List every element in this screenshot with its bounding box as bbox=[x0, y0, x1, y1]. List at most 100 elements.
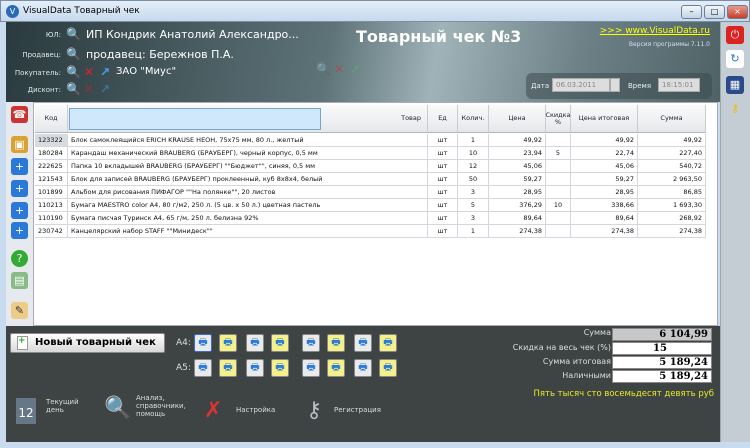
cell-discount bbox=[546, 173, 571, 186]
add-row-icon[interactable]: + bbox=[11, 158, 28, 175]
discount-input[interactable]: 15 bbox=[612, 342, 712, 355]
print-a5-icon-7[interactable]: 🖶 bbox=[354, 359, 372, 377]
cell-discount: 5 bbox=[546, 147, 571, 160]
close-button[interactable]: × bbox=[727, 5, 748, 19]
cell-unit: шт bbox=[428, 134, 458, 147]
add-row-icon-2[interactable]: + bbox=[11, 180, 28, 197]
print-a4-icon-6[interactable]: 🖶 bbox=[327, 334, 345, 352]
keys-icon: ⚷ bbox=[306, 398, 323, 423]
print-a4-icon-2[interactable]: 🖶 bbox=[219, 334, 237, 352]
registration-button[interactable]: ⚷ Регистрация bbox=[306, 398, 396, 423]
new-receipt-label: Новый товарный чек bbox=[35, 337, 156, 348]
minimize-button[interactable]: – bbox=[681, 5, 702, 19]
cell-price: 376,29 bbox=[489, 199, 546, 212]
cell-price: 45,06 bbox=[489, 160, 546, 173]
phone-icon[interactable]: ☎ bbox=[11, 106, 28, 123]
website-link[interactable]: >>> www.VisualData.ru bbox=[600, 26, 710, 36]
new-document-icon: + bbox=[17, 336, 28, 350]
cell-code: 101899 bbox=[35, 186, 68, 199]
print-a5-icon-1[interactable]: 🖶 bbox=[194, 359, 212, 377]
table-row[interactable]: 222625 Папка 10 вкладышей BRAUBERG (БРАУБ… bbox=[34, 160, 706, 173]
power-icon[interactable]: ⏻ bbox=[726, 26, 744, 44]
col-sum[interactable]: Сумма bbox=[638, 105, 706, 133]
col-qty[interactable]: Колич. bbox=[458, 105, 489, 133]
settings-button[interactable]: ✗ Настройка bbox=[204, 398, 284, 423]
open-buyer-icon[interactable]: ↗ bbox=[98, 65, 112, 79]
cell-name: Бумага MAESTRO color А4, 80 г/м2, 250 л.… bbox=[68, 199, 428, 212]
table-row[interactable]: 230742 Канцелярский набор STAFF ""Минидес… bbox=[34, 225, 706, 238]
clear-discount-icon[interactable]: ✕ bbox=[82, 82, 96, 96]
time-field[interactable]: 18:15:01 bbox=[658, 78, 700, 92]
sum-value: 6 104,99 bbox=[612, 328, 712, 341]
cell-final-price: 45,06 bbox=[571, 160, 638, 173]
bottom-panel: + Новый товарный чек А4: А5: 🖶 🖶 🖶 🖶 🖶 🖶 🖶 🖶 🖶 🖶 🖶 🖶… bbox=[6, 326, 720, 442]
right-toolbar: ⏻ ↻ ▦ ⚷ bbox=[720, 22, 750, 442]
cell-code: 123322 bbox=[35, 134, 68, 147]
print-a4-icon-1[interactable]: 🖶 bbox=[194, 334, 212, 352]
box-icon[interactable]: ▣ bbox=[11, 136, 28, 153]
table-row[interactable]: 110190 Бумага писчая Туринск А4, 65 г/м, … bbox=[34, 212, 706, 225]
print-a5-icon-8[interactable]: 🖶 bbox=[379, 359, 397, 377]
magnifier-icon: 🔍 bbox=[104, 396, 132, 421]
buyer-label: Покупатель: bbox=[14, 69, 61, 77]
print-a5-icon-6[interactable]: 🖶 bbox=[327, 359, 345, 377]
help-icon[interactable]: ? bbox=[11, 250, 28, 267]
col-code[interactable]: Код bbox=[35, 105, 68, 133]
col-price[interactable]: Цена bbox=[489, 105, 546, 133]
search-buyer-icon[interactable]: 🔍 bbox=[66, 65, 81, 79]
print-a4-icon-7[interactable]: 🖶 bbox=[354, 334, 372, 352]
cell-unit: шт bbox=[428, 147, 458, 160]
open-discount-icon[interactable]: ↗ bbox=[98, 82, 112, 96]
cell-code: 121543 bbox=[35, 173, 68, 186]
key-icon[interactable]: ⚷ bbox=[726, 100, 744, 118]
search-org-icon[interactable]: 🔍 bbox=[66, 27, 81, 41]
table-row[interactable]: 121543 Блок для записей BRAUBERG (БРАУБЕР… bbox=[34, 173, 706, 186]
cash-input[interactable]: 5 189,24 bbox=[612, 370, 712, 383]
search-extra-icon[interactable]: 🔍 bbox=[316, 62, 331, 76]
col-final-price[interactable]: Цена итоговая bbox=[571, 105, 638, 133]
print-a4-icon-3[interactable]: 🖶 bbox=[246, 334, 264, 352]
cell-name: Блок для записей BRAUBERG (БРАУБЕРГ) про… bbox=[68, 173, 428, 186]
print-a5-icon-4[interactable]: 🖶 bbox=[271, 359, 289, 377]
edit-icon[interactable]: ✎ bbox=[11, 302, 28, 319]
cell-unit: шт bbox=[428, 199, 458, 212]
search-discount-icon[interactable]: 🔍 bbox=[66, 82, 81, 96]
today-button[interactable]: 12 Текущий день bbox=[16, 398, 86, 424]
add-row-icon-4[interactable]: + bbox=[11, 222, 28, 239]
print-a5-icon-2[interactable]: 🖶 bbox=[219, 359, 237, 377]
total-value: 5 189,24 bbox=[612, 356, 712, 369]
col-unit[interactable]: Ед bbox=[428, 105, 458, 133]
add-row-icon-3[interactable]: + bbox=[11, 202, 28, 219]
maximize-button[interactable]: □ bbox=[704, 5, 725, 19]
print-a4-icon-5[interactable]: 🖶 bbox=[302, 334, 320, 352]
table-row[interactable]: 101899 Альбом для рисования ПИФАГОР ""На … bbox=[34, 186, 706, 199]
date-time-panel: Дата 06.03.2011 Время 18:15:01 bbox=[526, 73, 712, 99]
window-title: VisualData Товарный чек bbox=[23, 6, 140, 16]
table-row[interactable]: 110213 Бумага MAESTRO color А4, 80 г/м2, … bbox=[34, 199, 706, 212]
cell-final-price: 59,27 bbox=[571, 173, 638, 186]
calculator-icon[interactable]: ▦ bbox=[726, 76, 744, 94]
seller-value: продавец: Бережнов П.А. bbox=[86, 48, 234, 61]
calendar-dropdown-icon[interactable] bbox=[610, 78, 620, 92]
new-receipt-button[interactable]: + Новый товарный чек bbox=[10, 333, 165, 353]
report-icon[interactable]: ▤ bbox=[11, 272, 28, 289]
discount-label: Скидка на весь чек (%) bbox=[512, 343, 611, 352]
col-discount[interactable]: Скидка % bbox=[545, 105, 571, 133]
clear-buyer-icon[interactable]: ✕ bbox=[82, 65, 96, 79]
table-row[interactable]: 123322 Блок самоклеящийся ERICH KRAUSE НЕ… bbox=[34, 134, 706, 147]
refresh-icon[interactable]: ↻ bbox=[726, 50, 744, 68]
analysis-button[interactable]: 🔍 Анализ, справочники, помощь bbox=[104, 394, 194, 421]
product-search-input[interactable] bbox=[69, 108, 321, 130]
table-row[interactable]: 180284 Карандаш механический BRAUBERG (БР… bbox=[34, 147, 706, 160]
date-label: Дата bbox=[531, 82, 550, 90]
print-a4-icon-8[interactable]: 🖶 bbox=[379, 334, 397, 352]
cell-sum: 227,40 bbox=[638, 147, 706, 160]
print-a4-icon-4[interactable]: 🖶 bbox=[271, 334, 289, 352]
cell-qty: 3 bbox=[458, 186, 489, 199]
clear-extra-icon[interactable]: ✕ bbox=[332, 62, 346, 76]
date-field[interactable]: 06.03.2011 bbox=[552, 78, 610, 92]
print-a5-icon-5[interactable]: 🖶 bbox=[302, 359, 320, 377]
search-seller-icon[interactable]: 🔍 bbox=[66, 47, 81, 61]
print-a5-icon-3[interactable]: 🖶 bbox=[246, 359, 264, 377]
go-extra-icon[interactable]: ➚ bbox=[348, 62, 362, 76]
